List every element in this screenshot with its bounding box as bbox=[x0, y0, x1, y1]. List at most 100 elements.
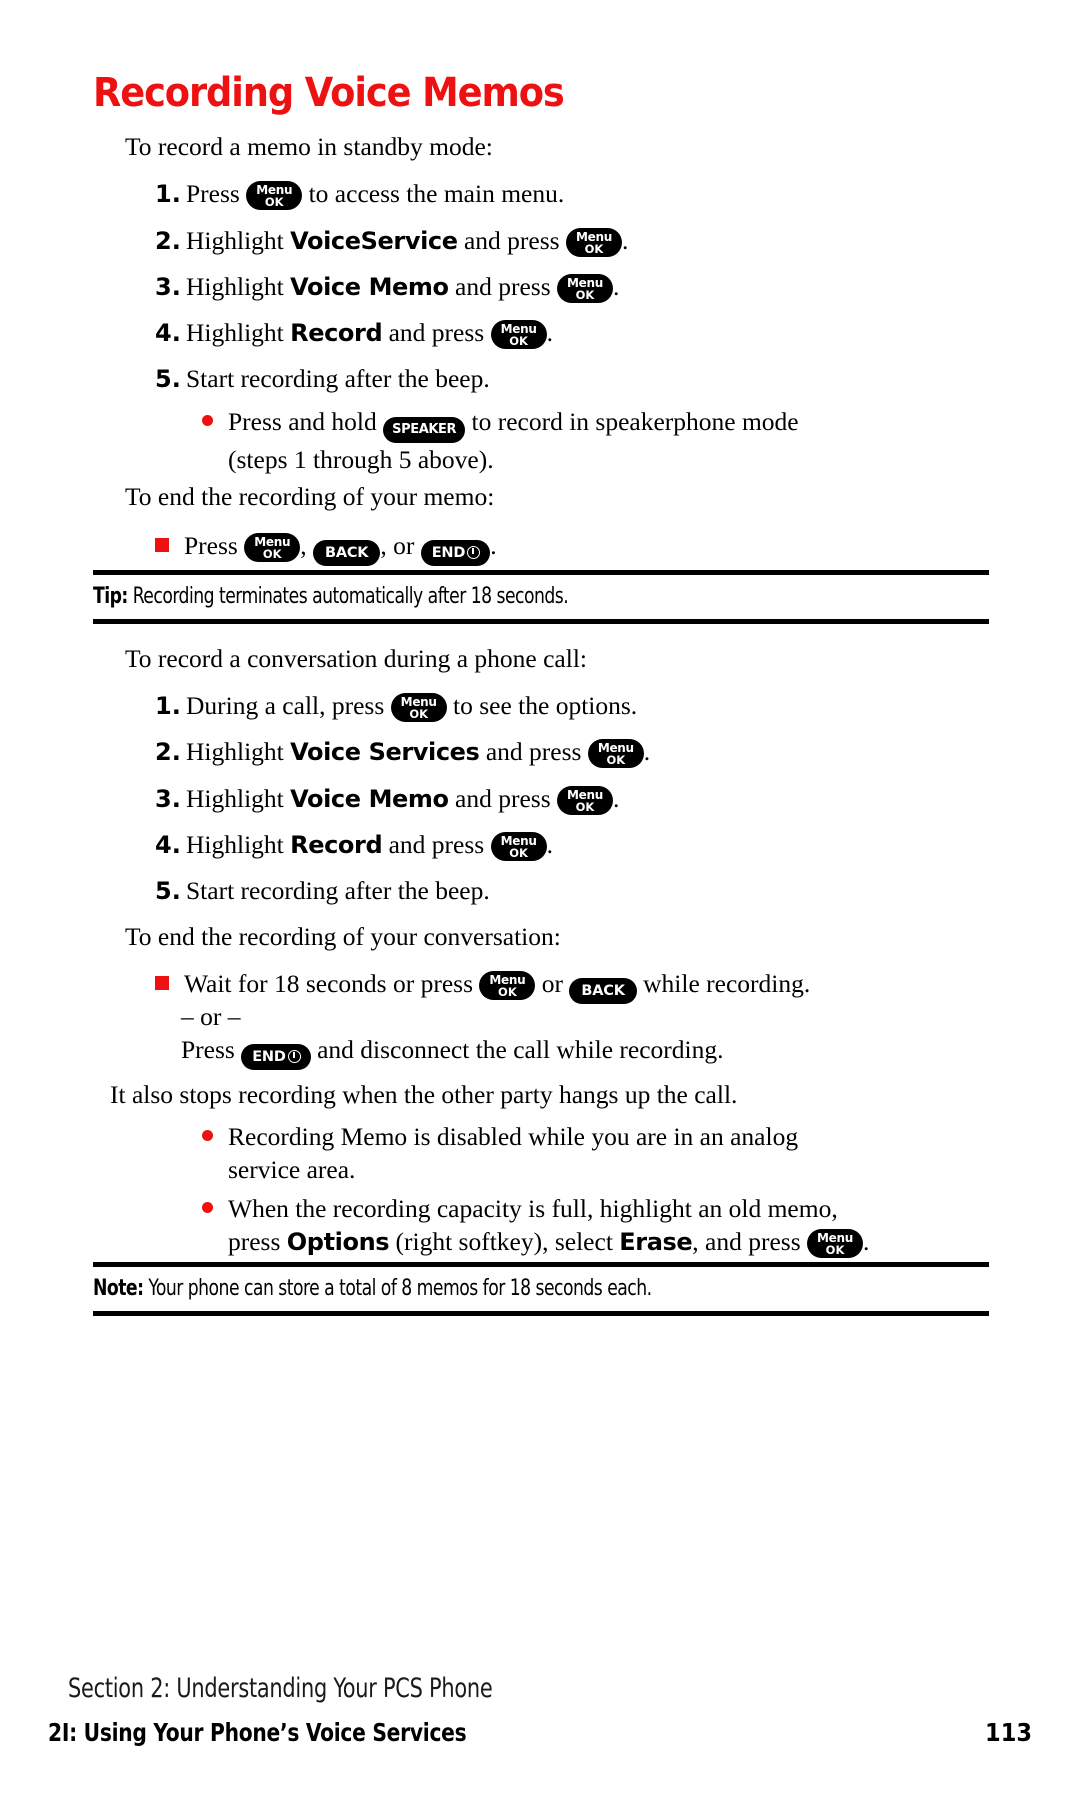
section-a-end-lead: To end the recording of your memo: bbox=[125, 482, 495, 511]
step-text: Start recording after the beep. bbox=[186, 876, 490, 905]
end-key-icon[interactable]: END bbox=[241, 1044, 311, 1070]
footer-page-number: 113 bbox=[985, 1718, 1032, 1747]
speaker-key-icon[interactable]: SPEAKER bbox=[383, 417, 466, 443]
step-text-post: to access the main menu. bbox=[302, 179, 565, 208]
step-text: Highlight bbox=[186, 784, 291, 813]
bullet-text-line2: service area. bbox=[228, 1155, 356, 1184]
step-text-mid: and press bbox=[448, 784, 557, 813]
note-rule-bottom bbox=[93, 1311, 989, 1316]
section-b-end-lead: To end the recording of your conversatio… bbox=[125, 922, 561, 951]
options-softkey-term: Options bbox=[286, 1228, 390, 1256]
bullet-text-post: , and press bbox=[692, 1227, 808, 1256]
step-text-mid: and press bbox=[479, 737, 588, 766]
menu-term: Record bbox=[290, 831, 383, 859]
section-a-step-1: 1. Press Menu OK to access the main menu. bbox=[155, 179, 564, 210]
section-a-step-5: 5. Start recording after the beep. bbox=[155, 364, 490, 394]
erase-term: Erase bbox=[619, 1228, 693, 1256]
note-label: Note: bbox=[93, 1276, 144, 1301]
menu-ok-key-icon[interactable]: Menu OK bbox=[246, 181, 303, 210]
separator-2: , or bbox=[380, 531, 421, 560]
footer-chapter-title: 2I: Using Your Phone’s Voice Services bbox=[48, 1718, 467, 1747]
menu-ok-key-icon[interactable]: Menu OK bbox=[565, 228, 622, 257]
menu-ok-key-icon[interactable]: Menu OK bbox=[390, 693, 447, 722]
bullet-square-icon bbox=[155, 976, 169, 990]
step-text: Press bbox=[186, 179, 247, 208]
bullet-text-mid: or bbox=[535, 969, 570, 998]
step-text-mid: and press bbox=[382, 318, 491, 347]
manual-page: Recording Voice Memos To record a memo i… bbox=[0, 0, 1080, 1800]
step-number: 5. bbox=[155, 365, 181, 393]
bullet-text: Press and hold bbox=[228, 407, 384, 436]
bullet-text: Press bbox=[184, 531, 245, 560]
menu-ok-key-icon[interactable]: Menu OK bbox=[490, 832, 547, 861]
section-b-bullet-1: Recording Memo is disabled while you are… bbox=[202, 1120, 798, 1186]
step-number: 4. bbox=[155, 319, 181, 347]
bullet-text-post: while recording. bbox=[636, 969, 811, 998]
section-a-step-3: 3. Highlight Voice Memo and press Menu OK. bbox=[155, 272, 619, 303]
bullet-text-line1: When the recording capacity is full, hig… bbox=[228, 1194, 838, 1223]
step-text-mid: and press bbox=[457, 226, 566, 255]
or-divider: – or – bbox=[181, 1002, 241, 1031]
back-key-icon[interactable]: BACK bbox=[569, 978, 637, 1004]
menu-term: VoiceService bbox=[290, 227, 458, 255]
step-number: 2. bbox=[155, 227, 181, 255]
menu-term: Record bbox=[290, 319, 383, 347]
step-text: Highlight bbox=[186, 737, 291, 766]
power-symbol-icon bbox=[287, 1050, 301, 1063]
bullet-text-post: to record in speakerphone mode bbox=[465, 407, 799, 436]
menu-ok-key-icon[interactable]: Menu OK bbox=[479, 971, 536, 1000]
bullet-text: Wait for 18 seconds or press bbox=[184, 969, 480, 998]
section-b-step-2: 2. Highlight Voice Services and press Men… bbox=[155, 737, 650, 768]
menu-ok-key-icon[interactable]: Menu OK bbox=[557, 274, 613, 303]
footer-section-title: Section 2: Understanding Your PCS Phone bbox=[68, 1673, 493, 1704]
step-number: 1. bbox=[155, 692, 181, 720]
step-text-mid: and press bbox=[448, 272, 557, 301]
page-title: Recording Voice Memos bbox=[93, 70, 565, 116]
bullet-text-line2: (steps 1 through 5 above). bbox=[228, 445, 494, 474]
section-b-step-5: 5. Start recording after the beep. bbox=[155, 876, 490, 906]
separator: , bbox=[300, 531, 313, 560]
bullet-dot-icon bbox=[202, 1130, 213, 1141]
section-a-end-bullet: Press Menu OK, BACK, or END. bbox=[155, 529, 497, 566]
step-text-mid: and press bbox=[382, 830, 491, 859]
back-key-icon[interactable]: BACK bbox=[312, 540, 381, 566]
section-a-speaker-bullet: Press and hold SPEAKER to record in spea… bbox=[202, 405, 799, 476]
menu-ok-key-icon[interactable]: Menu OK bbox=[490, 320, 547, 349]
menu-ok-key-icon[interactable]: Menu OK bbox=[807, 1229, 864, 1258]
section-b-note-line: It also stops recording when the other p… bbox=[110, 1080, 738, 1109]
menu-ok-key-icon[interactable]: Menu OK bbox=[244, 533, 301, 562]
power-symbol-icon bbox=[467, 546, 481, 559]
bullet-text-mid: (right softkey), select bbox=[389, 1227, 620, 1256]
step-text: Highlight bbox=[186, 318, 291, 347]
section-a-lead: To record a memo in standby mode: bbox=[125, 132, 493, 161]
step-number: 3. bbox=[155, 273, 181, 301]
menu-term: Voice Memo bbox=[290, 785, 449, 813]
menu-ok-key-icon[interactable]: Menu OK bbox=[587, 739, 644, 768]
menu-ok-key-icon[interactable]: Menu OK bbox=[557, 786, 613, 815]
section-b-step-1: 1. During a call, press Menu OK to see the… bbox=[155, 691, 637, 722]
tip-callout: Tip: Recording terminates automatically … bbox=[93, 570, 989, 624]
bullet-square-icon bbox=[155, 538, 169, 552]
tip-body: Recording terminates automatically after… bbox=[127, 584, 569, 609]
step-number: 2. bbox=[155, 738, 181, 766]
step-text-post: . bbox=[546, 830, 553, 859]
section-b-step-3: 3. Highlight Voice Memo and press Menu OK. bbox=[155, 784, 619, 815]
step-text: Start recording after the beep. bbox=[186, 364, 490, 393]
bullet-text-post: . bbox=[490, 531, 497, 560]
note-callout: Note: Your phone can store a total of 8 … bbox=[93, 1262, 989, 1316]
alt-text: Press bbox=[181, 1035, 242, 1064]
section-b-bullet-2: When the recording capacity is full, hig… bbox=[202, 1192, 869, 1259]
tip-rule-bottom bbox=[93, 619, 989, 624]
section-b-lead: To record a conversation during a phone … bbox=[125, 644, 588, 673]
step-text: Highlight bbox=[186, 272, 291, 301]
step-number: 4. bbox=[155, 831, 181, 859]
section-b-end-bullet: Wait for 18 seconds or press Menu OK or B… bbox=[155, 967, 810, 1004]
end-key-icon[interactable]: END bbox=[420, 540, 491, 566]
alt-text-post: and disconnect the call while recording. bbox=[310, 1035, 724, 1064]
section-b-step-4: 4. Highlight Record and press Menu OK. bbox=[155, 830, 553, 861]
tip-label: Tip: bbox=[93, 584, 128, 609]
step-text-post: . bbox=[546, 318, 553, 347]
step-text-post: . bbox=[613, 272, 620, 301]
tip-text: Tip: Recording terminates automatically … bbox=[93, 575, 873, 619]
step-text: During a call, press bbox=[186, 691, 391, 720]
